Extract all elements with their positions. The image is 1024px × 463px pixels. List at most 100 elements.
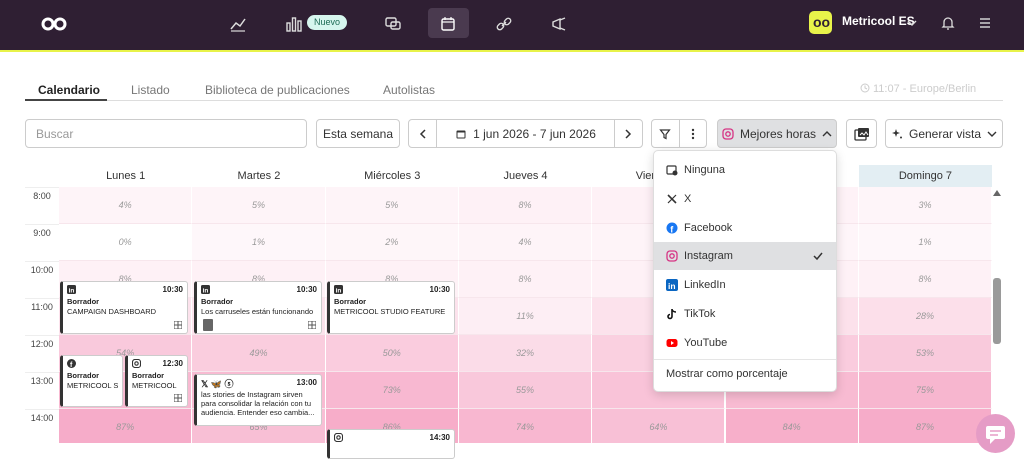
chevron-down-icon [987,131,997,137]
heatmap-cell[interactable]: 75% [858,372,993,409]
option-youtube[interactable]: YouTube [654,329,836,357]
x-bluesky-threads-icons: 𝕏 🦋 ⓢ [201,379,234,389]
post-card[interactable]: in 10:30 Borrador METRICOOL STUDIO FEATU… [327,281,455,334]
option-facebook[interactable]: f Facebook [654,214,836,242]
post-text: METRICOOL STUDIO FEATURE [334,307,446,316]
this-week-button[interactable]: Esta semana [316,119,400,148]
linkedin-icon: in [201,285,210,294]
gallery-view-icon[interactable] [846,119,877,148]
brand-name[interactable]: Metricool ES [842,14,915,28]
post-status: Borrador [67,371,100,380]
option-ninguna[interactable]: Ninguna [654,156,836,184]
hour-label: 14:00 [30,413,54,423]
option-label: TikTok [684,308,716,320]
accent-divider [0,50,1024,52]
post-status: Borrador [132,371,165,380]
tab-listado[interactable]: Listado [131,83,170,97]
heatmap-cell[interactable]: 4% [458,224,593,261]
heatmap-cell[interactable]: 74% [458,409,593,443]
hour-label: 12:00 [30,339,54,349]
link-icon[interactable] [494,14,516,36]
post-status: Borrador [67,297,100,306]
inbox-messages-icon[interactable] [383,14,405,36]
option-tiktok[interactable]: TikTok [654,300,836,328]
heatmap-cell[interactable]: 73% [325,372,459,409]
heatmap-cell[interactable]: 84% [725,409,859,443]
filter-icon[interactable] [652,120,680,147]
date-range-text: 1 jun 2026 - 7 jun 2026 [473,126,596,141]
instagram-icon [666,250,678,262]
heatmap-cell[interactable]: 53% [858,335,993,372]
day-header: Lunes 1 [106,170,146,182]
heatmap-cell[interactable]: 28% [858,298,993,335]
post-card[interactable]: in 10:30 Borrador Los carruseles están f… [194,281,322,334]
heatmap-cell[interactable]: 87% [858,409,993,443]
post-card[interactable]: f Borrador METRICOOL STU [60,355,123,407]
sparkles-icon [891,128,902,138]
date-range-label[interactable]: 1 jun 2026 - 7 jun 2026 [455,127,596,141]
heatmap-cell[interactable]: 5% [325,187,459,224]
heatmap-cell[interactable]: 3% [858,187,993,224]
chevron-up-icon [822,130,832,136]
tab-biblioteca[interactable]: Biblioteca de publicaciones [205,83,350,97]
best-hours-button[interactable]: Mejores horas [717,119,837,148]
heatmap-cell[interactable]: 50% [325,335,459,372]
heatmap-cell[interactable]: 32% [458,335,593,372]
heatmap-cell[interactable]: 11% [458,298,593,335]
checkmark-icon [813,252,823,261]
option-linkedin[interactable]: in LinkedIn [654,271,836,299]
prev-week-icon[interactable] [409,120,437,147]
hamburger-menu-icon[interactable] [976,14,998,36]
grid-preview-icon [174,394,182,402]
metricool-logo-icon[interactable] [40,14,68,39]
heatmap-cell[interactable]: 64% [592,409,726,443]
heatmap-cell[interactable]: 1% [192,224,326,261]
instagram-icon [722,127,734,140]
generate-view-button[interactable]: Generar vista [885,119,1003,148]
analytics-icon[interactable] [228,14,250,36]
heatmap-cell[interactable]: 0% [59,224,193,261]
post-card[interactable]: 12:30 Borrador METRICOOL [125,355,188,407]
heatmap-cell[interactable]: 8% [858,261,993,298]
calendar-scrollbar[interactable] [993,182,1001,443]
date-range-navigator: 1 jun 2026 - 7 jun 2026 [408,119,643,148]
megaphone-icon[interactable] [549,14,571,36]
heatmap-cell[interactable]: 49% [192,335,326,372]
post-card[interactable]: 𝕏 🦋 ⓢ 13:00 las stories de Instagram sir… [194,374,322,426]
heatmap-cell[interactable]: 55% [458,372,593,409]
next-week-icon[interactable] [613,120,642,147]
active-tab-indicator [25,99,107,101]
post-card[interactable]: in 10:30 Borrador CAMPAIGN DASHBOARD [60,281,188,334]
post-time: 13:00 [296,378,317,387]
chat-support-button[interactable] [976,414,1015,453]
heatmap-cell[interactable]: 5% [192,187,326,224]
grid-preview-icon [174,321,182,329]
brand-avatar[interactable]: oo [809,11,832,34]
tab-calendario[interactable]: Calendario [38,83,100,97]
option-x[interactable]: X [654,185,836,213]
timezone-label[interactable]: 11:07 - Europe/Berlin [860,83,976,95]
linkedin-icon: in [666,279,678,291]
more-options-icon[interactable] [680,128,707,140]
heatmap-cell[interactable]: 8% [458,187,593,224]
calendar-icon[interactable] [438,14,460,36]
bar-chart-icon[interactable] [284,14,306,36]
heatmap-cell[interactable]: 87% [59,409,193,443]
heatmap-cell[interactable]: 2% [325,224,459,261]
svg-text:in: in [668,281,676,291]
notifications-bell-icon[interactable] [939,14,961,36]
chevron-down-icon[interactable] [906,16,928,38]
heatmap-cell[interactable]: 1% [858,224,993,261]
hour-divider [25,298,59,299]
search-input[interactable] [25,119,307,148]
hour-label: 10:00 [30,265,54,275]
instagram-icon [132,359,141,368]
heatmap-cell[interactable]: 4% [59,187,193,224]
post-card[interactable]: 14:30 [327,429,455,459]
hour-label: 9:00 [33,228,51,238]
heatmap-cell[interactable]: 8% [458,261,593,298]
generate-view-label: Generar vista [908,126,982,141]
post-time: 10:30 [429,285,450,294]
tab-autolistas[interactable]: Autolistas [383,83,435,97]
option-instagram[interactable]: Instagram [654,242,836,270]
